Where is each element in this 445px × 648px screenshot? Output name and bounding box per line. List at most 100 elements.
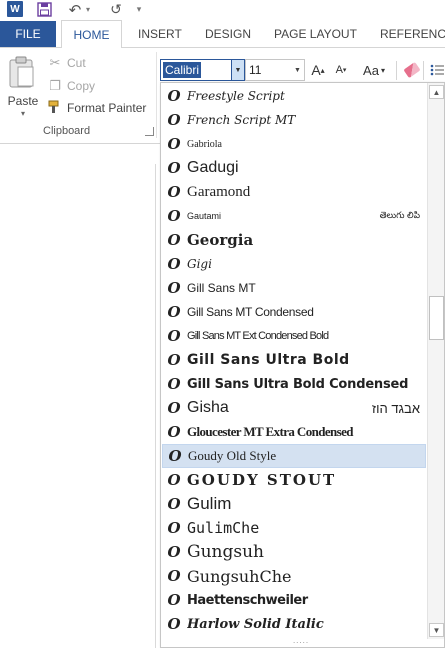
scroll-up-icon[interactable]: ▲ (429, 85, 444, 99)
font-name-label: Gill Sans MT (187, 281, 256, 295)
font-list-item[interactable]: O GungsuhChe (162, 564, 426, 588)
font-name-label: Garamond (187, 183, 251, 200)
undo-icon[interactable]: ↶ (67, 1, 83, 19)
font-name-label: Gill Sans MT Ext Condensed Bold (187, 330, 329, 342)
font-list-item[interactable]: O Gabriola (162, 132, 426, 156)
font-size-combobox[interactable]: 11 ▼ (245, 59, 305, 81)
shrink-font-button[interactable]: A ▾ (332, 59, 350, 81)
group-divider (156, 52, 157, 138)
font-list-item[interactable]: O Gill Sans MT (162, 276, 426, 300)
font-list-item[interactable]: O GOUDY STOUT (162, 468, 426, 492)
format-painter-button[interactable]: Format Painter (46, 98, 146, 118)
font-size-value[interactable]: 11 (249, 62, 261, 78)
eraser-icon (403, 61, 421, 79)
opentype-icon: O (167, 543, 181, 561)
font-name-combobox[interactable]: Calibri ▼ (160, 59, 245, 81)
opentype-icon: O (167, 207, 181, 225)
font-list-item[interactable]: O Gill Sans Ultra Bold Condensed (162, 372, 426, 396)
font-list-item[interactable]: O Gigi (162, 252, 426, 276)
copy-icon: ❐ (49, 78, 61, 93)
paste-dropdown-icon[interactable]: ▾ (5, 109, 41, 118)
opentype-icon: O (167, 303, 181, 321)
undo-dropdown-icon[interactable]: ▾ (83, 1, 93, 18)
font-list-item[interactable]: O Freestyle Script (162, 84, 426, 108)
ribbon-tabs: FILE HOME INSERT DESIGN PAGE LAYOUT REFE… (0, 20, 445, 49)
font-name-label: GOUDY STOUT (187, 471, 337, 489)
font-dropdown-list[interactable]: O Freestyle Script O French Script MT O Gabri… (160, 82, 445, 648)
customize-toolbar-icon[interactable]: ▾ (134, 1, 144, 18)
opentype-icon: O (167, 495, 181, 513)
tab-page-layout[interactable]: PAGE LAYOUT (274, 20, 357, 48)
font-name-label: GungsuhChe (187, 566, 292, 586)
font-name-label: Gabriola (187, 138, 222, 150)
cut-button[interactable]: ✂ Cut (46, 53, 86, 73)
bullets-button[interactable] (428, 59, 445, 81)
copy-button[interactable]: ❐ Copy (46, 76, 95, 96)
clipboard-launcher-icon[interactable] (145, 127, 154, 136)
opentype-icon: O (167, 279, 181, 297)
quick-access-toolbar: W ↶ ▾ ↺ ▾ (0, 0, 445, 20)
opentype-icon: O (167, 87, 181, 105)
font-name-value[interactable]: Calibri (163, 62, 202, 78)
font-name-label: Gadugi (187, 159, 239, 176)
font-list-item[interactable]: O Gadugi (162, 156, 426, 180)
tab-references[interactable]: REFERENCES (380, 20, 445, 48)
scroll-thumb[interactable] (429, 296, 444, 340)
opentype-icon: O (167, 351, 181, 369)
font-name-label: Gill Sans Ultra Bold (187, 352, 350, 368)
font-list-scrollbar[interactable]: ▲ ▼ (427, 83, 444, 639)
bullets-icon (430, 64, 444, 76)
tab-file[interactable]: FILE (0, 21, 56, 47)
font-list-item[interactable]: O Gloucester MT Extra Condensed (162, 420, 426, 444)
opentype-icon: O (167, 135, 181, 153)
word-logo-icon[interactable]: W (7, 1, 23, 17)
ribbon-divider (396, 61, 397, 80)
font-list-item[interactable]: O Goudy Old Style (162, 444, 426, 468)
redo-icon[interactable]: ↺ (108, 1, 124, 18)
scroll-down-icon[interactable]: ▼ (429, 623, 444, 637)
scissors-icon: ✂ (49, 55, 61, 70)
opentype-icon: O (167, 183, 181, 201)
opentype-icon: O (167, 255, 181, 273)
font-size-dropdown-icon[interactable]: ▼ (291, 60, 304, 80)
font-sample-text: తెలుగు లిపి (379, 209, 420, 220)
opentype-icon: O (167, 591, 181, 609)
opentype-icon: O (167, 111, 181, 129)
font-list-item[interactable]: O Gill Sans MT Ext Condensed Bold (162, 324, 426, 348)
font-list-item[interactable]: O Gisha אבגד הוז (162, 396, 426, 420)
font-list-item[interactable]: O Haettenschweiler (162, 588, 426, 612)
font-list-item[interactable]: O Georgia (162, 228, 426, 252)
change-case-button[interactable]: Aa ▾ (359, 59, 389, 81)
font-name-label: Haettenschweiler (187, 592, 308, 608)
font-list-item[interactable]: O Gulim (162, 492, 426, 516)
font-list-item[interactable]: O Harlow Solid Italic (162, 612, 426, 636)
save-icon[interactable] (35, 1, 53, 18)
opentype-icon: O (167, 327, 181, 345)
change-case-label: Aa (363, 62, 379, 78)
font-list-item[interactable]: O French Script MT (162, 108, 426, 132)
font-list-item[interactable]: O Gill Sans Ultra Bold (162, 348, 426, 372)
opentype-icon: O (167, 159, 181, 177)
clear-formatting-button[interactable] (401, 59, 423, 81)
font-name-label: Gloucester MT Extra Condensed (187, 424, 354, 439)
opentype-icon: O (167, 399, 181, 417)
tab-design[interactable]: DESIGN (205, 20, 251, 48)
opentype-icon: O (168, 447, 182, 465)
font-list-item[interactable]: O Gungsuh (162, 540, 426, 564)
resize-grip-icon[interactable]: ..... (281, 637, 321, 646)
font-sample-text: אבגד הוז (371, 400, 420, 416)
font-name-label: Gill Sans Ultra Bold Condensed (187, 376, 409, 392)
font-list-item[interactable]: O Garamond (162, 180, 426, 204)
tab-home[interactable]: HOME (61, 20, 122, 49)
font-list-item[interactable]: O Gill Sans MT Condensed (162, 300, 426, 324)
ribbon-divider (423, 61, 424, 80)
opentype-icon: O (167, 423, 181, 441)
paste-label: Paste (7, 94, 39, 108)
paste-button[interactable]: Paste ▾ (5, 52, 41, 118)
font-list-item[interactable]: O GulimChe (162, 516, 426, 540)
cut-label: Cut (67, 56, 86, 70)
font-name-dropdown-icon[interactable]: ▼ (231, 60, 244, 80)
tab-insert[interactable]: INSERT (138, 20, 182, 48)
font-list-item[interactable]: O Gautami తెలుగు లిపి (162, 204, 426, 228)
grow-font-button[interactable]: A ▴ (309, 59, 327, 81)
